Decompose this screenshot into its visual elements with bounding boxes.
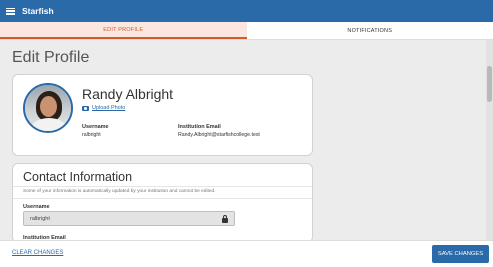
- upload-photo-link[interactable]: Upload Photo: [82, 105, 125, 111]
- page-scrollbar[interactable]: [486, 40, 493, 240]
- upload-photo-label[interactable]: Upload Photo: [92, 105, 125, 111]
- contact-information-card: Contact Information Some of your informa…: [12, 163, 313, 243]
- username-field[interactable]: ralbright: [23, 211, 235, 226]
- contact-note: Some of your information is automaticall…: [23, 189, 216, 194]
- institution-email-label: Institution Email: [178, 124, 221, 130]
- save-changes-button[interactable]: SAVE CHANGES: [432, 245, 489, 263]
- tab-notifications[interactable]: NOTIFICATIONS: [247, 22, 493, 39]
- top-app-bar: Starfish: [0, 0, 493, 22]
- profile-name: Randy Albright: [82, 86, 174, 102]
- clear-changes-link[interactable]: CLEAR CHANGES: [12, 250, 63, 256]
- avatar: [23, 83, 73, 133]
- divider: [13, 186, 312, 187]
- username-field-value: ralbright: [30, 215, 50, 222]
- hamburger-menu-icon[interactable]: [6, 7, 15, 15]
- username-label: Username: [82, 124, 109, 130]
- app-title: Starfish: [22, 6, 54, 16]
- contact-information-title: Contact Information: [23, 170, 133, 184]
- username-value: ralbright: [82, 132, 101, 138]
- scrollbar-thumb[interactable]: [487, 66, 492, 102]
- profile-tabs: EDIT PROFILE NOTIFICATIONS: [0, 22, 493, 40]
- institution-email-value: Randy.Albright@starfishcollege.test: [178, 132, 260, 138]
- tab-edit-profile[interactable]: EDIT PROFILE: [0, 22, 247, 39]
- action-footer: CLEAR CHANGES SAVE CHANGES: [0, 240, 493, 267]
- camera-icon: [82, 105, 89, 111]
- username-field-label: Username: [23, 204, 50, 210]
- profile-card: Randy Albright Upload Photo Username ral…: [12, 74, 313, 156]
- page-title: Edit Profile: [12, 49, 90, 66]
- lock-icon: [222, 215, 228, 223]
- divider: [13, 198, 312, 199]
